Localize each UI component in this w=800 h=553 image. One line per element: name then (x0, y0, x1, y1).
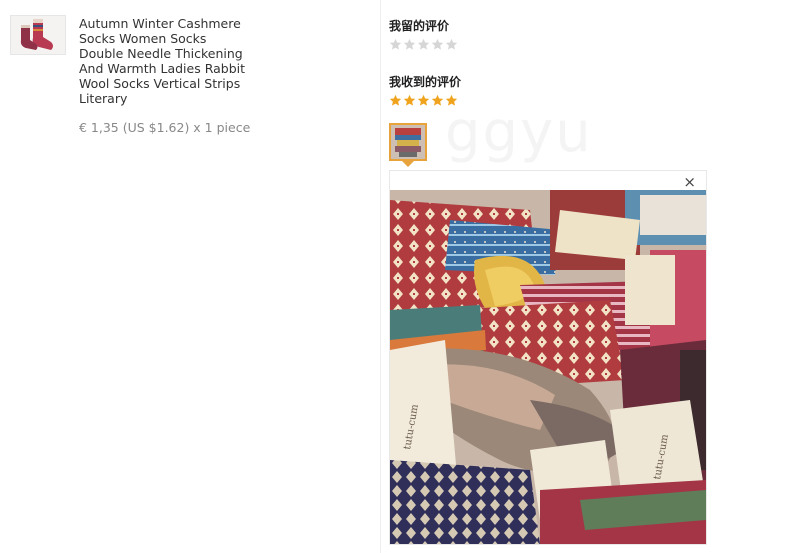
photo-viewer: × tutu-cum tutu-cum (389, 170, 707, 545)
product-title[interactable]: Autumn Winter Cashmere Socks Women Socks… (79, 16, 249, 106)
star-icon (431, 94, 444, 106)
star-icon (389, 38, 402, 50)
watermark: ggyu (445, 100, 593, 165)
socks-photo: tutu-cum tutu-cum (390, 190, 706, 544)
star-icon (417, 38, 430, 50)
star-icon (389, 94, 402, 106)
review-photo-large: tutu-cum tutu-cum (390, 190, 706, 544)
review-photo-thumb-image (391, 125, 425, 159)
socks-thumbnail-icon (11, 16, 65, 54)
star-icon (445, 94, 458, 106)
price-quantity: € 1,35 (US $1.62) x 1 piece (79, 120, 251, 135)
received-review-stars (389, 94, 458, 107)
product-thumbnail[interactable] (10, 15, 66, 55)
my-review-stars (389, 38, 458, 51)
star-icon (445, 38, 458, 50)
star-icon (403, 94, 416, 106)
star-icon (431, 38, 444, 50)
received-review-title: 我收到的评价 (389, 75, 462, 89)
review-photo-thumbnail[interactable] (389, 123, 427, 161)
column-divider (380, 0, 381, 553)
star-icon (417, 94, 430, 106)
close-icon[interactable]: × (683, 173, 696, 191)
thumbnail-caret (402, 161, 414, 167)
my-review-title: 我留的评价 (389, 19, 450, 33)
star-icon (403, 38, 416, 50)
